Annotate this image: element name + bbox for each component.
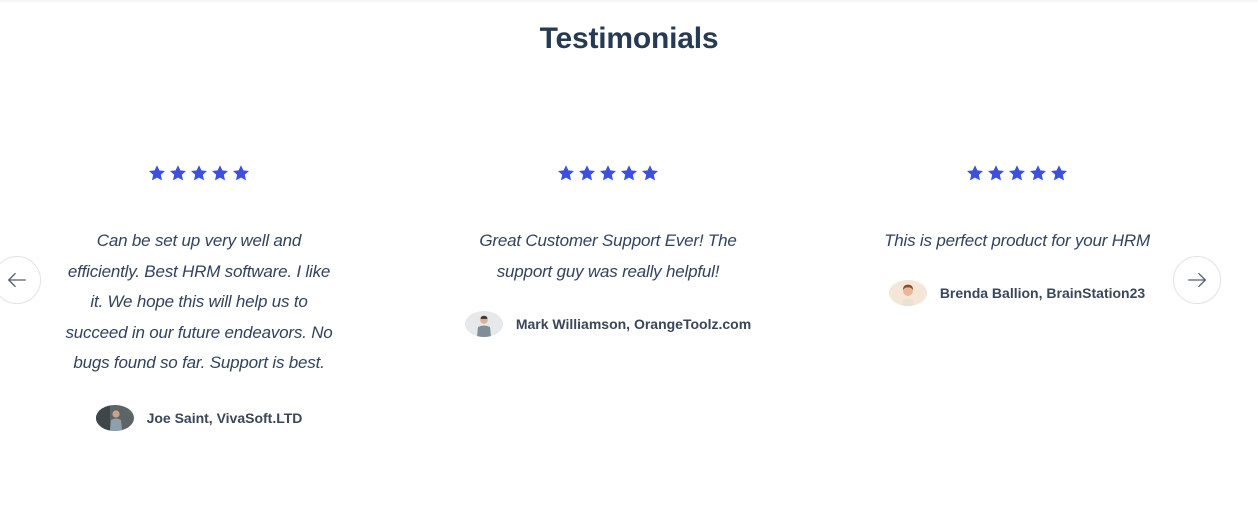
quote-line: it. We hope this will help us to [90, 292, 308, 311]
quote-line: efficiently. Best HRM software. I like [67, 261, 331, 281]
star-icon [641, 164, 659, 182]
carousel-prev-button[interactable] [0, 256, 41, 304]
quote-line: support guy was really helpful! [496, 261, 720, 281]
star-icon [620, 164, 638, 182]
star-icon [190, 164, 208, 182]
carousel-next-button[interactable] [1173, 256, 1221, 304]
testimonial-card: Can be set up very well and efficiently.… [54, 164, 344, 431]
star-icon [169, 164, 187, 182]
avatar [464, 311, 503, 337]
author-name: Brenda Ballion, BrainStation23 [939, 284, 1146, 301]
testimonial-quote: This is perfect product for your HRM [872, 226, 1162, 257]
testimonial-author: Brenda Ballion, BrainStation23 [872, 279, 1162, 306]
star-rating [54, 164, 344, 186]
star-icon [1008, 164, 1026, 182]
star-icon [232, 164, 250, 182]
star-rating [872, 164, 1162, 186]
star-icon [148, 164, 166, 182]
section-title: Testimonials [539, 22, 719, 55]
top-divider [0, 0, 1258, 3]
testimonial-quote: Great Customer Support Ever! The support… [463, 226, 753, 287]
star-icon [578, 164, 596, 182]
author-name: Joe Saint, VivaSoft.LTD [146, 409, 303, 426]
quote-line: bugs found so far. Support is best. [73, 353, 325, 372]
testimonial-quote: Can be set up very well and efficiently.… [54, 226, 344, 379]
testimonial-author: Joe Saint, VivaSoft.LTD [54, 404, 344, 431]
arrow-right-icon [1186, 269, 1208, 291]
quote-line: succeed in our future endeavors. No [65, 322, 333, 342]
avatar [888, 279, 927, 306]
star-rating [463, 164, 753, 186]
arrow-left-icon [6, 269, 28, 291]
star-icon [1050, 164, 1068, 182]
avatar [95, 404, 134, 431]
star-icon [211, 164, 229, 182]
testimonial-author: Mark Williamson, OrangeToolz.com [463, 311, 753, 337]
star-icon [1029, 164, 1047, 182]
testimonial-card: Great Customer Support Ever! The support… [463, 164, 753, 337]
star-icon [987, 164, 1005, 182]
quote-line: Can be set up very well and [96, 231, 302, 250]
quote-line: This is perfect product for your HRM [884, 231, 1150, 250]
author-name: Mark Williamson, OrangeToolz.com [515, 316, 752, 332]
star-icon [966, 164, 984, 182]
quote-line: Great Customer Support Ever! The [479, 231, 737, 250]
star-icon [599, 164, 617, 182]
star-icon [557, 164, 575, 182]
testimonial-card: This is perfect product for your HRM Bre… [872, 164, 1162, 306]
